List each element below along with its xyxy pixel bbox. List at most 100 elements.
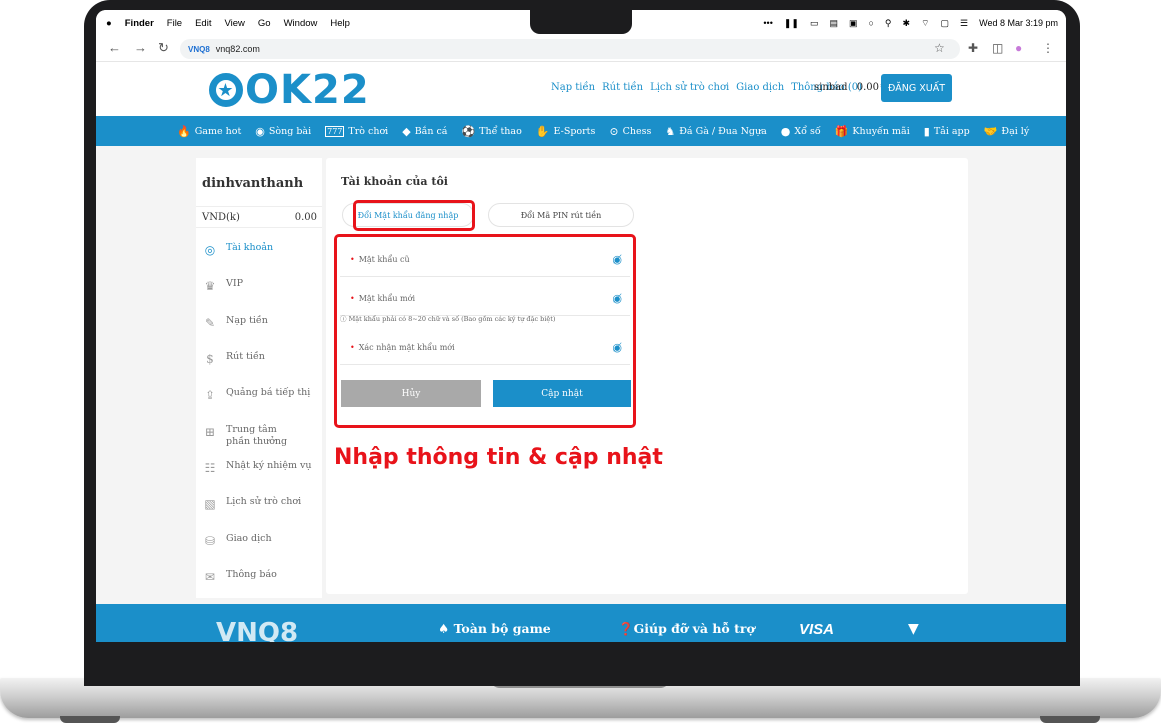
mobile-app-icon: ▮ [923,124,930,138]
sidebar-item-transactions[interactable]: ⛁ Giao dịch [202,533,272,549]
nav-lottery[interactable]: ● Xổ số [781,125,821,138]
footer-all-games[interactable]: ♠ Toàn bộ game [438,621,551,636]
old-password-placeholder: Mật khẩu cũ [358,255,410,264]
rooster-icon: ♞ [665,124,676,138]
sidebar-item-rewards[interactable]: ⊞ Trung tâm phần thưởng [202,424,296,448]
display-icon[interactable]: ▤ [829,18,838,29]
laptop-bezel-chin [84,642,1080,686]
link-transactions[interactable]: Giao dịch [736,82,784,93]
bluetooth-icon[interactable]: ✱ [903,18,911,29]
website-page: ★ OK22 Nạp tiền Rút tiền Lịch sử trò chơ… [96,63,1066,642]
address-bar[interactable]: VNQ8 vnq82.com [180,39,960,59]
more-icon[interactable]: ••• [763,18,772,28]
sidebar-item-marketing[interactable]: ⇪ Quảng bá tiếp thị [202,387,310,403]
browser-toolbar: ← → ↻ VNQ8 vnq82.com ☆ ✚ ◫ ● ⋮ [96,36,1066,62]
cancel-button[interactable]: Hủy [341,380,481,407]
nav-chess[interactable]: ⊙ Chess [609,125,651,138]
extensions-icon[interactable]: ✚ [968,41,978,55]
nav-games[interactable]: 777 Trò chơi [325,125,388,137]
nav-app-download[interactable]: ▮ Tải app [924,125,970,138]
laptop-foot-right [1040,716,1100,723]
eye-hidden-icon[interactable]: ◉̸ [612,341,622,354]
menu-help[interactable]: Help [330,18,350,29]
account-username: dinhvanthanh [202,176,304,191]
soccer-ball-icon: ⚽ [461,124,476,138]
antenna-icon[interactable]: ⚲ [885,18,892,29]
menubar-datetime[interactable]: Wed 8 Mar 3:19 pm [979,18,1058,28]
star-logo-icon: ★ [209,73,243,107]
sidebar-item-account[interactable]: ◎ Tài khoản [202,242,273,258]
browser-menu-icon[interactable]: ⋮ [1042,41,1054,55]
back-arrow-icon[interactable]: ← [108,40,121,55]
calendar-icon[interactable]: ▣ [849,18,858,29]
fish-icon: ◆ [402,124,411,138]
footer-logo[interactable]: VNQ8 [216,618,298,642]
sidebar-item-deposit[interactable]: ✎ Nạp tiền [202,315,268,331]
menu-edit[interactable]: Edit [195,18,211,29]
menu-window[interactable]: Window [284,18,318,29]
nav-game-hot[interactable]: 🔥 Game hot [177,125,241,138]
required-mark: • [350,255,355,264]
old-password-field[interactable]: • Mật khẩu cũ ◉̸ [340,245,630,277]
menu-go[interactable]: Go [258,18,271,29]
nav-esports[interactable]: ✋ E-Sports [536,125,596,138]
menu-view[interactable]: View [224,18,244,29]
balance-value: 0.00 [294,212,317,223]
checklist-icon: ☷ [204,461,216,475]
record-icon[interactable]: ○ [868,18,873,28]
control-center-icon[interactable]: ☰ [960,18,968,29]
logout-button[interactable]: ĐĂNG XUẤT [881,74,952,102]
pause-icon[interactable]: ❚❚ [784,18,799,29]
profile-avatar-icon[interactable]: ● [1015,41,1022,55]
reload-icon[interactable]: ↻ [158,40,169,56]
link-deposit[interactable]: Nạp tiền [551,82,595,93]
sidebar-item-notifications[interactable]: ✉ Thông báo [202,569,277,585]
bookmark-star-icon[interactable]: ☆ [934,41,945,55]
footer-help[interactable]: ❓Giúp đỡ và hỗ trợ [618,621,755,637]
update-button[interactable]: Cập nhật [493,380,631,407]
nav-promotions[interactable]: 🎁 Khuyến mãi [835,125,910,138]
lottery-ball-icon: ● [780,124,791,138]
gift-box-icon: ⊞ [204,425,216,439]
sidebar-icon[interactable]: ◫ [992,41,1003,55]
nav-casino[interactable]: ◉ Sòng bài [255,125,311,138]
nav-cockfight-horse[interactable]: ♞ Đá Gà / Đua Ngựa [665,125,766,138]
main-navigation: 🔥 Game hot ◉ Sòng bài 777 Trò chơi ◆ Bắn cá … [96,116,1066,146]
screen-mirror-icon[interactable]: ▢ [941,18,950,29]
withdraw-icon: $ [206,352,214,366]
apple-icon[interactable]: ● [106,18,112,29]
nav-fishing[interactable]: ◆ Bắn cá [402,125,447,138]
sidebar-item-game-history[interactable]: ▧ Lịch sử trò chơi [202,496,301,512]
cards-icon: ▧ [204,497,216,511]
tab-highlight-box [353,200,475,231]
menu-finder[interactable]: Finder [125,18,154,29]
confirm-password-field[interactable]: • Xác nhận mật khẩu mới ◉̸ [340,333,630,365]
forward-arrow-icon[interactable]: → [134,40,147,55]
eye-hidden-icon[interactable]: ◉̸ [612,253,622,266]
battery-icon[interactable]: ▭ [810,18,819,29]
camera-notch [530,10,632,34]
tab-change-pin[interactable]: Đổi Mã PIN rút tiền [488,203,634,227]
site-logo[interactable]: ★ OK22 [209,67,370,113]
account-balance-row: VND(k) 0.00 [196,206,322,228]
account-panel: Tài khoản của tôi Đổi Mật khẩu đăng nhập… [326,158,968,594]
old-password-label: • Mật khẩu cũ [350,255,410,264]
menu-file[interactable]: File [167,18,182,29]
site-badge: VNQ8 [188,44,210,54]
coins-icon: ⛁ [204,534,216,548]
eye-hidden-icon[interactable]: ◉̸ [612,292,622,305]
new-password-placeholder: Mật khẩu mới [358,294,415,303]
logo-text: OK22 [245,67,370,113]
nav-sports[interactable]: ⚽ Thể thao [461,125,521,138]
new-password-field[interactable]: • Mật khẩu mới ◉̸ [340,284,630,316]
link-game-history[interactable]: Lịch sử trò chơi [650,82,729,93]
link-withdraw[interactable]: Rút tiền [602,82,643,93]
laptop-foot-left [60,716,120,723]
sidebar-item-mission-log[interactable]: ☷ Nhật ký nhiệm vụ [202,460,312,476]
laptop-mockup: ● Finder File Edit View Go Window Help •… [0,0,1161,723]
sidebar-item-withdraw[interactable]: $ Rút tiền [202,351,265,367]
wifi-icon[interactable]: ⌔ [921,18,929,29]
header-user-info: sinbad 0.00↻ [814,82,887,93]
sidebar-item-vip[interactable]: ♛ VIP [202,278,243,294]
nav-agent[interactable]: 🤝 Đại lý [984,125,1030,138]
